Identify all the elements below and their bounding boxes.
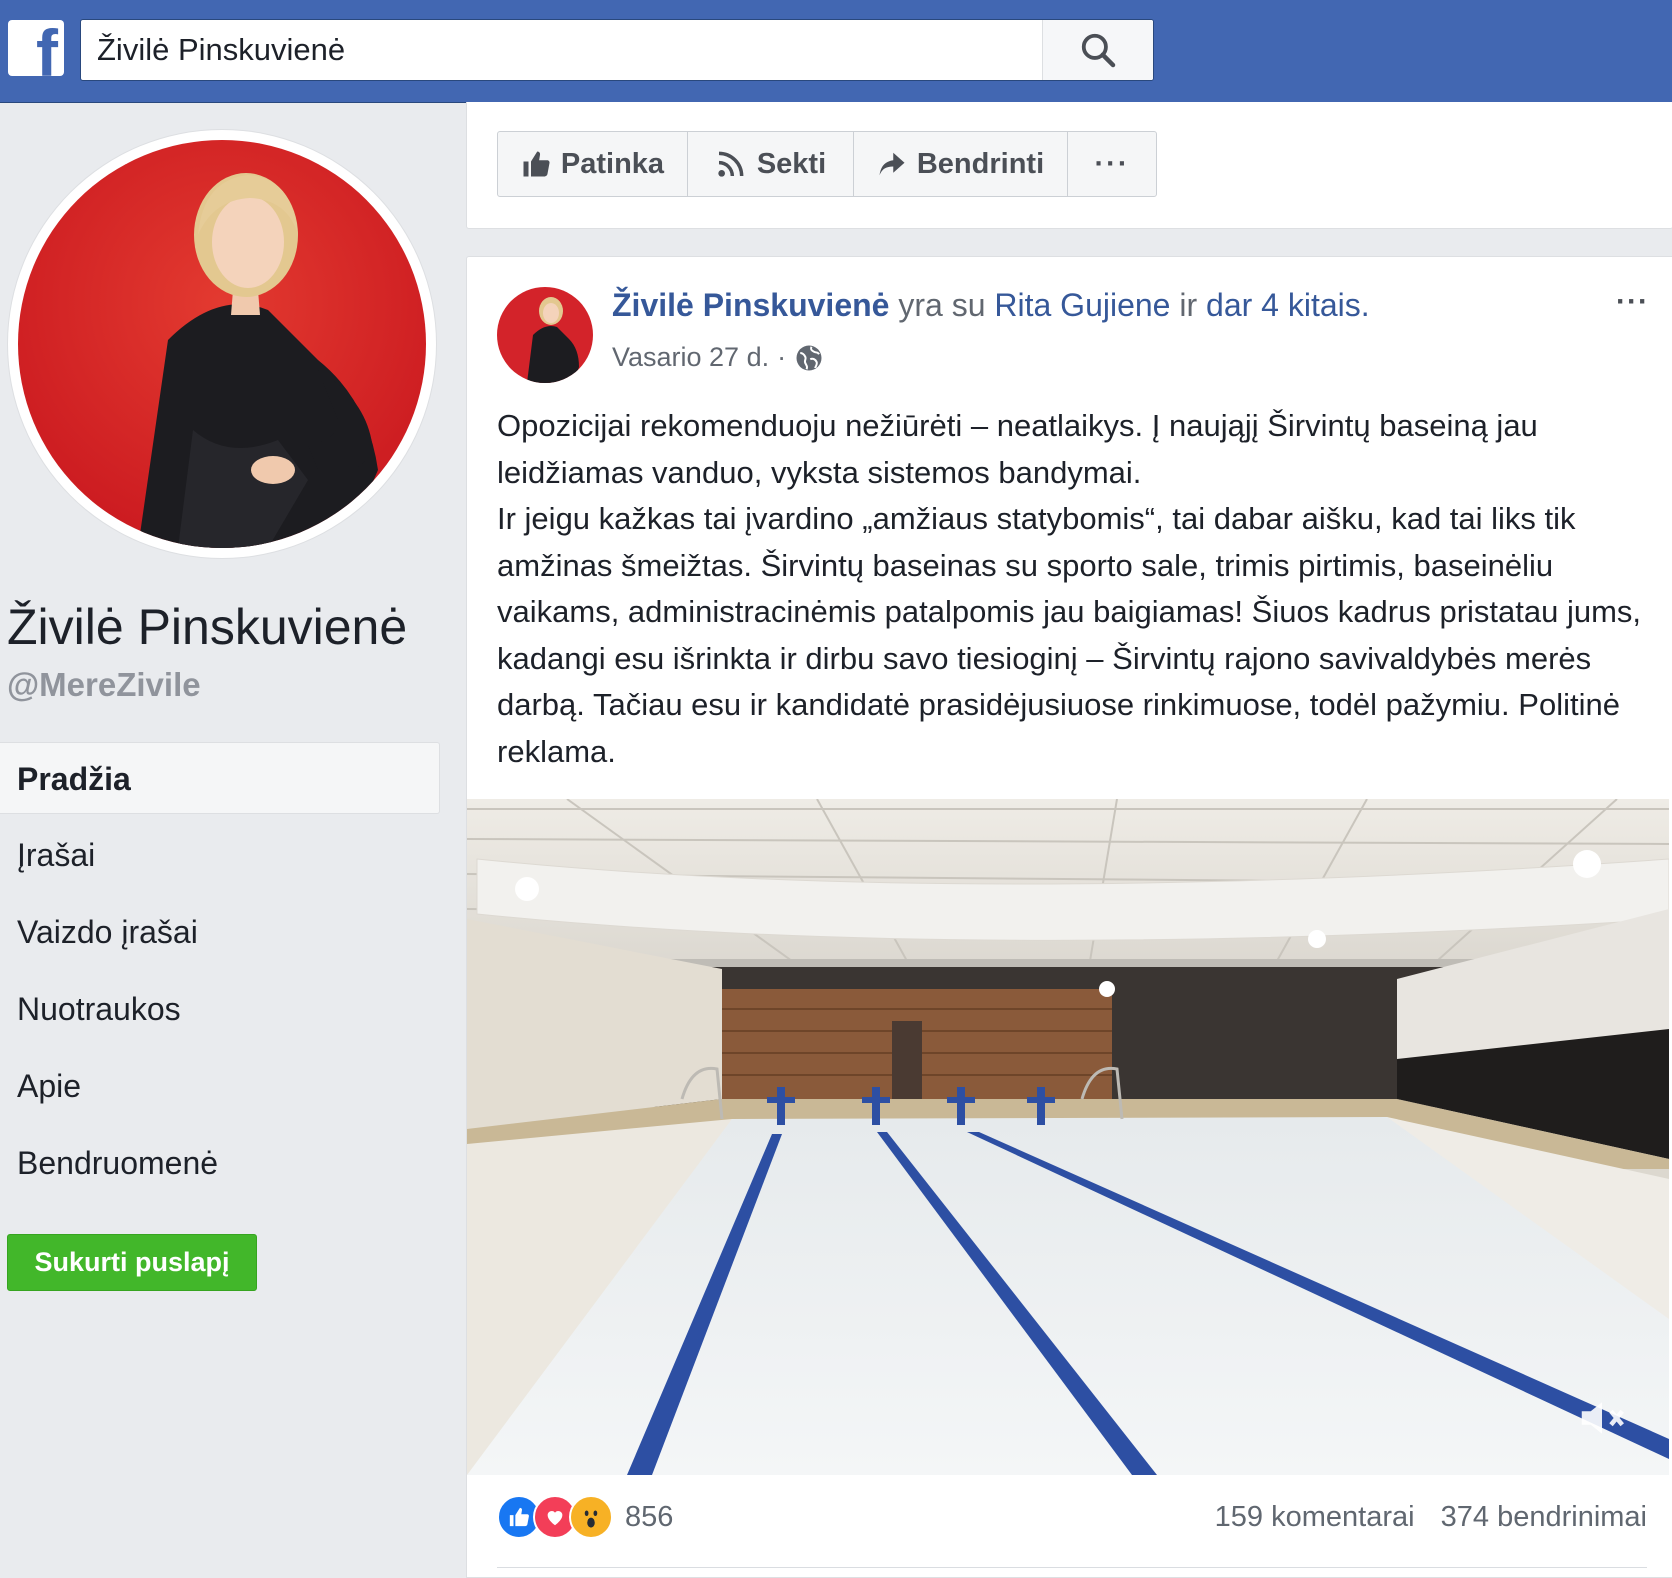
muted-speaker-icon[interactable] xyxy=(1575,1391,1629,1445)
page-navigation: Pradžia Įrašai Vaizdo įrašai Nuotraukos … xyxy=(0,742,440,1199)
nav-item-photos[interactable]: Nuotraukos xyxy=(0,973,440,1045)
nav-item-posts[interactable]: Įrašai xyxy=(0,819,440,891)
post-author-avatar[interactable] xyxy=(497,287,593,383)
facebook-logo-icon[interactable]: f xyxy=(8,20,64,76)
page-actions-card: Patinka Sekti Bendrinti ··· xyxy=(466,102,1672,229)
more-actions-button[interactable]: ··· xyxy=(1068,132,1156,196)
follow-page-label: Sekti xyxy=(756,147,827,180)
profile-picture[interactable] xyxy=(8,130,436,558)
search-icon xyxy=(1081,33,1116,68)
thumbs-up-icon xyxy=(523,151,550,177)
author-photo xyxy=(497,287,593,383)
post-card: Živilė Pinskuvienė yra su Rita Gujiene i… xyxy=(466,256,1672,1578)
with-text: yra su xyxy=(898,287,986,323)
comments-count-link[interactable]: 159 komentarai xyxy=(1215,1501,1415,1533)
nav-item-videos[interactable]: Vaizdo įrašai xyxy=(0,896,440,968)
engagement-counts: 159 komentarai 374 bendrinimai xyxy=(1215,1501,1647,1534)
nav-item-home[interactable]: Pradžia xyxy=(0,742,440,814)
post-divider xyxy=(497,1567,1647,1568)
share-page-label: Bendrinti xyxy=(916,147,1045,180)
profile-photo xyxy=(18,140,426,548)
post-video-player[interactable] xyxy=(467,799,1669,1475)
globe-icon[interactable] xyxy=(794,343,824,373)
post-timestamp[interactable]: Vasario 27 d. xyxy=(612,342,769,373)
post-body: Opozicijai rekomenduoju nežiūrėti – neat… xyxy=(497,403,1647,775)
search-button[interactable] xyxy=(1042,20,1153,80)
like-page-label: Patinka xyxy=(560,147,665,180)
and-text: ir xyxy=(1179,287,1198,323)
post-paragraph: Ir jeigu kažkas tai įvardino „amžiaus st… xyxy=(497,501,1642,769)
post-options-button[interactable]: ··· xyxy=(1616,285,1649,319)
post-header: Živilė Pinskuvienė yra su Rita Gujiene i… xyxy=(612,287,1370,324)
wow-reaction-icon xyxy=(569,1495,613,1539)
reaction-count[interactable]: 856 xyxy=(625,1501,673,1534)
rss-follow-icon xyxy=(718,151,744,177)
tagged-others-period: . xyxy=(1360,287,1370,323)
post-paragraph: Opozicijai rekomenduoju nežiūrėti – neat… xyxy=(497,408,1538,490)
page-action-bar: Patinka Sekti Bendrinti ··· xyxy=(497,131,1157,197)
share-page-button[interactable]: Bendrinti xyxy=(854,132,1068,196)
share-arrow-icon xyxy=(879,152,905,176)
meta-separator: · xyxy=(777,342,787,372)
page-username[interactable]: @MereZivile xyxy=(7,666,201,704)
create-page-button[interactable]: Sukurti puslapį xyxy=(7,1234,257,1291)
tagged-others-label: dar 4 kitais xyxy=(1206,287,1361,323)
post-author-link[interactable]: Živilė Pinskuvienė xyxy=(612,287,889,323)
page-title[interactable]: Živilė Pinskuvienė xyxy=(7,598,407,656)
search-input[interactable] xyxy=(81,20,1041,80)
nav-item-about[interactable]: Apie xyxy=(0,1050,440,1122)
follow-page-button[interactable]: Sekti xyxy=(688,132,854,196)
tagged-others-link[interactable]: dar 4 kitais. xyxy=(1206,287,1370,323)
post-meta: Vasario 27 d. · xyxy=(612,342,824,373)
pool-video-frame xyxy=(467,799,1669,1475)
top-navigation-bar: f xyxy=(0,0,1672,103)
tagged-user-link[interactable]: Rita Gujiene xyxy=(994,287,1170,323)
like-page-button[interactable]: Patinka xyxy=(498,132,688,196)
reaction-icons[interactable] xyxy=(497,1495,613,1539)
post-engagement-bar: 856 159 komentarai 374 bendrinimai xyxy=(497,1487,1647,1547)
nav-item-community[interactable]: Bendruomenė xyxy=(0,1127,440,1199)
search-bar xyxy=(80,19,1154,81)
shares-count-link[interactable]: 374 bendrinimai xyxy=(1441,1501,1647,1533)
